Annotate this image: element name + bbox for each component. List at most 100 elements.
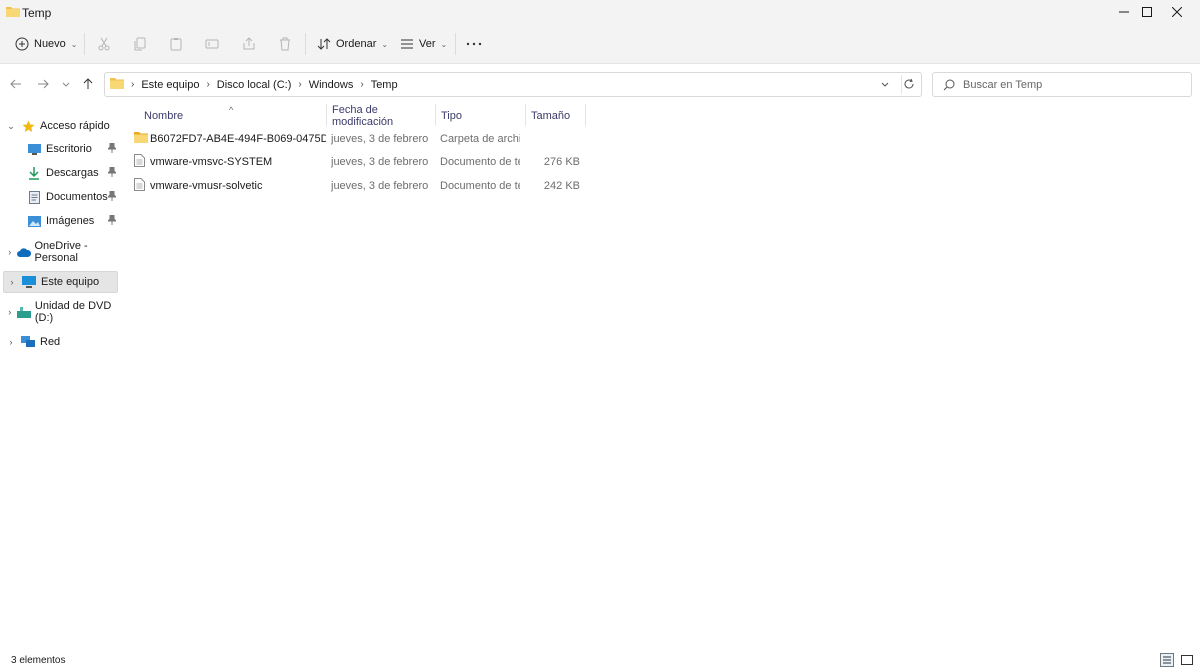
separator bbox=[305, 33, 306, 55]
file-size: 276 KB bbox=[543, 156, 580, 168]
address-history-button[interactable] bbox=[880, 78, 890, 92]
file-name: vmware-vmusr-solvetic bbox=[150, 180, 263, 192]
chevron-right-icon[interactable]: › bbox=[206, 79, 209, 90]
column-header-size[interactable]: Tamaño bbox=[525, 104, 585, 128]
sidebar-item-escritorio[interactable]: Escritorio bbox=[3, 138, 118, 160]
file-date: jueves, 3 de febrero de ... bbox=[331, 133, 431, 145]
file-type: Carpeta de archivos bbox=[440, 133, 520, 145]
copy-icon bbox=[134, 37, 146, 51]
file-date: jueves, 3 de febrero de ... bbox=[331, 156, 431, 168]
sidebar-item-network[interactable]: › Red bbox=[3, 331, 118, 353]
rename-button[interactable] bbox=[205, 32, 219, 56]
rename-icon bbox=[205, 39, 219, 49]
chevron-right-icon: › bbox=[131, 79, 135, 90]
sort-icon bbox=[317, 38, 331, 50]
column-header-label: Tipo bbox=[441, 110, 462, 122]
paste-button[interactable] bbox=[169, 32, 183, 56]
more-options-button[interactable] bbox=[466, 32, 482, 56]
column-header-date[interactable]: Fecha de modificación bbox=[326, 104, 435, 128]
text-file-icon bbox=[134, 178, 145, 194]
breadcrumb: › Este equipo › Disco local (C:) › Windo… bbox=[110, 73, 398, 96]
separator bbox=[901, 75, 902, 94]
network-icon bbox=[19, 336, 37, 348]
up-button[interactable] bbox=[80, 75, 96, 93]
forward-button[interactable] bbox=[35, 75, 51, 93]
sidebar-item-label: Acceso rápido bbox=[40, 120, 110, 132]
column-header-label: Nombre bbox=[144, 110, 184, 122]
column-divider[interactable] bbox=[585, 104, 586, 126]
back-button[interactable] bbox=[8, 75, 24, 93]
sort-button[interactable]: Ordenar ⌄ bbox=[317, 32, 388, 56]
search-icon bbox=[943, 79, 955, 94]
sidebar-item-dvd[interactable]: › Unidad de DVD (D:) bbox=[3, 300, 118, 324]
clipboard-icon bbox=[170, 38, 182, 51]
sidebar-item-documentos[interactable]: Documentos bbox=[3, 186, 118, 208]
cloud-icon bbox=[16, 247, 31, 257]
title-bar: Temp bbox=[0, 0, 1200, 24]
folder-icon bbox=[110, 77, 124, 92]
address-bar[interactable]: › Este equipo › Disco local (C:) › Windo… bbox=[104, 72, 922, 97]
file-date: jueves, 3 de febrero de ... bbox=[331, 180, 431, 192]
chevron-right-icon[interactable]: › bbox=[4, 277, 20, 287]
breadcrumb-item[interactable]: Disco local (C:) bbox=[217, 79, 292, 91]
pin-icon bbox=[106, 214, 118, 228]
separator bbox=[455, 33, 456, 55]
chevron-down-icon: ⌄ bbox=[440, 39, 448, 49]
view-label: Ver bbox=[419, 38, 436, 50]
copy-button[interactable] bbox=[133, 32, 147, 56]
share-button[interactable] bbox=[242, 32, 256, 56]
chevron-down-icon bbox=[62, 82, 70, 87]
chevron-right-icon[interactable]: › bbox=[298, 79, 301, 90]
sidebar-item-quick-access[interactable]: ⌄ Acceso rápido bbox=[3, 115, 118, 137]
breadcrumb-item[interactable]: Windows bbox=[309, 79, 354, 91]
chevron-down-icon[interactable]: ⌄ bbox=[3, 121, 19, 132]
sidebar-item-onedrive[interactable]: › OneDrive - Personal bbox=[3, 240, 118, 264]
refresh-button[interactable] bbox=[903, 78, 915, 93]
delete-button[interactable] bbox=[278, 32, 292, 56]
new-label: Nuevo bbox=[34, 38, 66, 50]
star-icon bbox=[19, 119, 37, 133]
scissors-icon bbox=[98, 37, 110, 51]
table-row[interactable]: vmware-vmusr-solvetic jueves, 3 de febre… bbox=[130, 175, 590, 197]
column-header-name[interactable]: Nombre bbox=[138, 104, 326, 128]
maximize-icon bbox=[1142, 7, 1152, 17]
table-row[interactable]: B6072FD7-AB4E-494F-B069-0475DBE5C7... ju… bbox=[130, 128, 590, 150]
file-list: ^ Nombre Fecha de modificación Tipo Tama… bbox=[130, 104, 1200, 650]
sidebar-item-descargas[interactable]: Descargas bbox=[3, 162, 118, 184]
close-button[interactable] bbox=[1154, 0, 1200, 24]
sidebar-item-label: Documentos bbox=[46, 191, 108, 203]
pictures-icon bbox=[25, 215, 43, 227]
file-type: Documento de te... bbox=[440, 180, 520, 192]
details-view-button[interactable] bbox=[1160, 653, 1174, 670]
tiles-view-button[interactable] bbox=[1180, 653, 1194, 670]
arrow-up-icon bbox=[83, 78, 93, 89]
trash-icon bbox=[280, 37, 290, 51]
file-name: vmware-vmsvc-SYSTEM bbox=[150, 156, 273, 168]
sidebar-item-imagenes[interactable]: Imágenes bbox=[3, 210, 118, 232]
plus-circle-icon bbox=[15, 37, 29, 51]
refresh-icon bbox=[904, 78, 914, 89]
ellipsis-icon bbox=[466, 42, 482, 46]
document-icon bbox=[25, 190, 43, 204]
view-button[interactable]: Ver ⌄ bbox=[400, 32, 447, 56]
search-input[interactable]: Buscar en Temp bbox=[932, 72, 1192, 97]
chevron-right-icon[interactable]: › bbox=[3, 337, 19, 347]
table-row[interactable]: vmware-vmsvc-SYSTEM jueves, 3 de febrero… bbox=[130, 151, 590, 173]
dvd-drive-icon bbox=[17, 306, 32, 318]
new-button[interactable]: Nuevo ⌄ bbox=[15, 32, 78, 56]
chevron-right-icon[interactable]: › bbox=[360, 79, 363, 90]
column-header-type[interactable]: Tipo bbox=[435, 104, 525, 128]
breadcrumb-item[interactable]: Temp bbox=[371, 79, 398, 91]
chevron-down-icon bbox=[881, 82, 889, 87]
recent-locations-button[interactable] bbox=[58, 75, 74, 93]
cut-button[interactable] bbox=[97, 32, 111, 56]
sidebar-item-label: Unidad de DVD (D:) bbox=[34, 300, 112, 324]
chevron-right-icon[interactable]: › bbox=[3, 247, 16, 257]
download-icon bbox=[25, 166, 43, 180]
sidebar-item-label: Red bbox=[40, 336, 61, 348]
breadcrumb-item[interactable]: Este equipo bbox=[141, 79, 199, 91]
folder-icon bbox=[6, 5, 20, 20]
chevron-right-icon[interactable]: › bbox=[3, 307, 17, 317]
sidebar-item-this-pc[interactable]: › Este equipo bbox=[3, 271, 118, 293]
sidebar-item-label: OneDrive - Personal bbox=[34, 240, 88, 264]
